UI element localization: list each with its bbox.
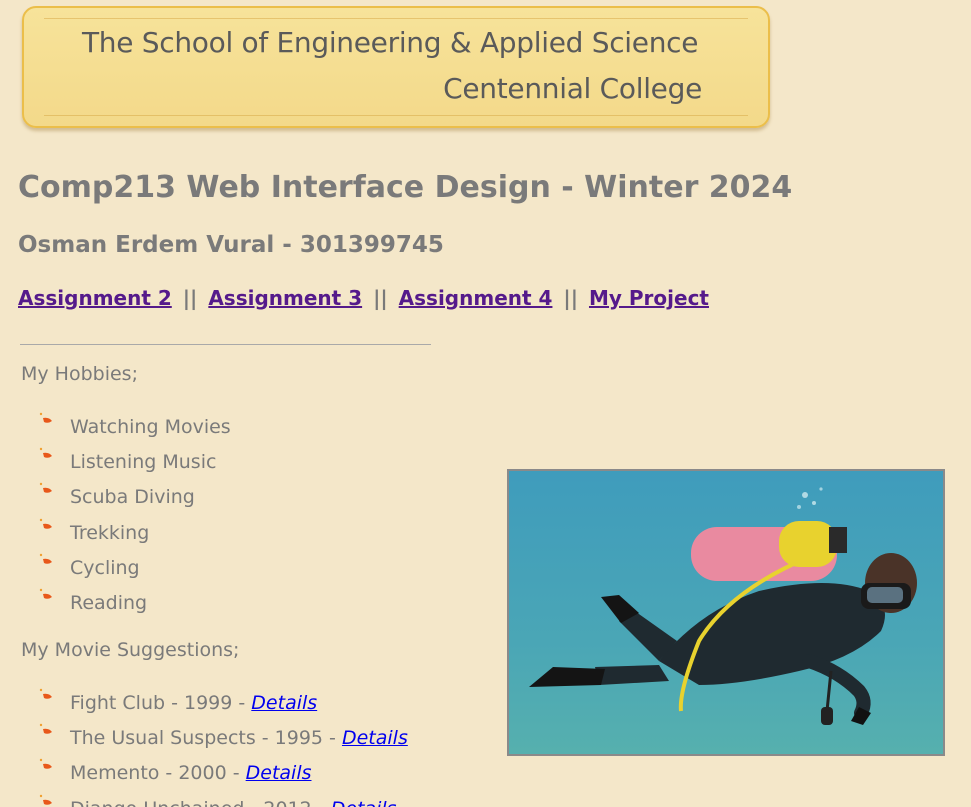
orange-leaf-bullet-icon bbox=[39, 553, 52, 564]
banner-rule bbox=[44, 115, 748, 116]
hobby-label: Reading bbox=[70, 591, 148, 614]
list-item: Trekking bbox=[36, 516, 231, 551]
scuba-diver-illustration bbox=[509, 471, 943, 754]
list-item: Watching Movies bbox=[36, 410, 231, 445]
student-name: Osman Erdem Vural - 301399745 bbox=[18, 232, 444, 258]
scuba-diver-photo bbox=[507, 469, 945, 756]
nav-separator: || bbox=[563, 286, 579, 310]
hobby-label: Trekking bbox=[70, 521, 150, 544]
movie-details-link[interactable]: Details bbox=[246, 762, 312, 784]
orange-leaf-bullet-icon bbox=[39, 518, 52, 529]
orange-leaf-bullet-icon bbox=[39, 447, 52, 458]
banner-school-name: The School of Engineering & Applied Scie… bbox=[82, 26, 699, 59]
hobby-label: Cycling bbox=[70, 556, 140, 579]
movie-label: The Usual Suspects - 1995 - bbox=[70, 727, 342, 750]
orange-leaf-bullet-icon bbox=[39, 588, 52, 599]
nav-separator: || bbox=[373, 286, 388, 310]
section-divider bbox=[20, 344, 431, 345]
orange-leaf-bullet-icon bbox=[39, 723, 52, 734]
movies-heading: My Movie Suggestions; bbox=[21, 639, 240, 661]
banner-rule bbox=[44, 18, 748, 19]
movie-details-link[interactable]: Details bbox=[331, 798, 397, 807]
banner-college-name: Centennial College bbox=[443, 72, 702, 105]
hobbies-list: Watching Movies Listening Music Scuba Di… bbox=[36, 410, 231, 621]
orange-leaf-bullet-icon bbox=[39, 412, 52, 423]
nav-link-my-project[interactable]: My Project bbox=[589, 286, 709, 310]
nav-link-assignment-4[interactable]: Assignment 4 bbox=[399, 286, 553, 310]
list-item: Scuba Diving bbox=[36, 480, 231, 515]
hobby-label: Listening Music bbox=[70, 451, 217, 474]
movies-list: Fight Club - 1999 - Details The Usual Su… bbox=[36, 686, 408, 807]
nav-link-assignment-3[interactable]: Assignment 3 bbox=[208, 286, 362, 310]
list-item: Memento - 2000 - Details bbox=[36, 756, 408, 791]
movie-label: Fight Club - 1999 - bbox=[70, 692, 252, 714]
movie-details-link[interactable]: Details bbox=[342, 727, 408, 749]
page: The School of Engineering & Applied Scie… bbox=[0, 0, 971, 807]
list-item: The Usual Suspects - 1995 - Details bbox=[36, 721, 408, 756]
college-banner: The School of Engineering & Applied Scie… bbox=[22, 6, 770, 128]
assignment-nav: Assignment 2 || Assignment 3 || Assignme… bbox=[18, 286, 709, 310]
movie-label: Memento - 2000 - bbox=[70, 762, 246, 785]
list-item: Listening Music bbox=[36, 445, 231, 480]
list-item: Reading bbox=[36, 586, 231, 621]
list-item: Fight Club - 1999 - Details bbox=[36, 686, 408, 721]
orange-leaf-bullet-icon bbox=[39, 688, 52, 699]
page-title: Comp213 Web Interface Design - Winter 20… bbox=[18, 170, 793, 205]
movie-label: Django Unchained - 2012 - bbox=[70, 798, 331, 807]
hobbies-heading: My Hobbies; bbox=[21, 363, 138, 385]
hobby-label: Scuba Diving bbox=[70, 486, 195, 509]
orange-leaf-bullet-icon bbox=[39, 759, 52, 770]
nav-separator: || bbox=[182, 286, 198, 310]
orange-leaf-bullet-icon bbox=[39, 794, 52, 805]
movie-details-link[interactable]: Details bbox=[251, 692, 317, 714]
list-item: Cycling bbox=[36, 551, 231, 586]
list-item: Django Unchained - 2012 - Details bbox=[36, 792, 408, 807]
hobby-label: Watching Movies bbox=[70, 416, 231, 438]
nav-link-assignment-2[interactable]: Assignment 2 bbox=[18, 286, 172, 310]
orange-leaf-bullet-icon bbox=[39, 483, 52, 494]
